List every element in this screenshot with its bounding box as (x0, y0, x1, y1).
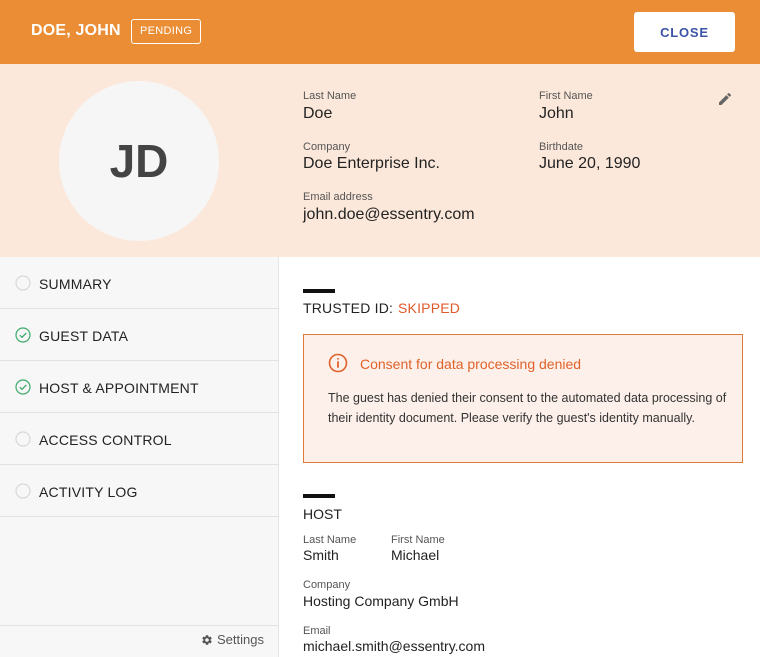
section-divider-bar (303, 494, 335, 498)
sidebar-item-access-control[interactable]: ACCESS CONTROL (0, 413, 279, 465)
sidebar-item-label: ACCESS CONTROL (39, 432, 172, 448)
host-company-label: Company (303, 579, 351, 591)
alert-title: Consent for data processing denied (360, 356, 582, 372)
sidebar-item-label: GUEST DATA (39, 328, 129, 344)
host-last-name-value: Smith (303, 547, 339, 563)
sidebar-item-label: HOST & APPOINTMENT (39, 380, 199, 396)
first-name-value: John (539, 105, 574, 122)
guest-profile-panel: JD Last Name Doe First Name John Company… (0, 64, 760, 257)
birthdate-value: June 20, 1990 (539, 155, 641, 172)
last-name-value: Doe (303, 105, 333, 122)
sidebar-item-activity-log[interactable]: ACTIVITY LOG (0, 465, 279, 517)
email-label: Email address (303, 191, 373, 203)
sidebar-item-guest-data[interactable]: GUEST DATA (0, 309, 279, 361)
settings-label: Settings (217, 632, 264, 647)
pencil-icon[interactable] (717, 91, 733, 107)
host-email-label: Email (303, 625, 331, 637)
host-first-name-label: First Name (391, 534, 445, 546)
host-last-name-label: Last Name (303, 534, 357, 546)
close-button[interactable]: CLOSE (634, 12, 735, 52)
first-name-label: First Name (539, 90, 593, 102)
sidebar-nav: SUMMARY GUEST DATA HOST & APPOINTMENT AC… (0, 257, 279, 657)
alert-message: The guest has denied their consent to th… (328, 391, 727, 425)
company-value: Doe Enterprise Inc. (303, 155, 440, 172)
section-divider-bar (303, 289, 335, 293)
trusted-id-label: TRUSTED ID: (303, 300, 394, 316)
guest-name-title: DOE, JOHN (31, 22, 121, 39)
sidebar-footer: Settings (0, 625, 279, 657)
check-circle-icon (15, 327, 31, 343)
sidebar-item-label: SUMMARY (39, 276, 112, 292)
empty-circle-icon (15, 275, 31, 291)
last-name-label: Last Name (303, 90, 357, 102)
sidebar-item-summary[interactable]: SUMMARY (0, 257, 279, 309)
sidebar-item-label: ACTIVITY LOG (39, 484, 138, 500)
host-first-name-value: Michael (391, 547, 440, 563)
birthdate-label: Birthdate (539, 141, 584, 153)
host-company-value: Hosting Company GmbH (303, 593, 459, 609)
gear-icon (202, 634, 212, 645)
sidebar-item-host-appointment[interactable]: HOST & APPOINTMENT (0, 361, 279, 413)
status-badge: PENDING (131, 19, 202, 44)
company-label: Company (303, 141, 351, 153)
trusted-id-status: SKIPPED (398, 300, 461, 316)
empty-circle-icon (15, 431, 31, 447)
avatar: JD (59, 81, 219, 241)
consent-denied-alert: Consent for data processing denied The g… (303, 334, 743, 463)
check-circle-icon (15, 379, 31, 395)
host-section-title: HOST (303, 506, 342, 522)
app-header: DOE, JOHN PENDING CLOSE (0, 0, 760, 64)
info-circle-icon (328, 353, 348, 373)
empty-circle-icon (15, 483, 31, 499)
settings-link[interactable]: Settings (201, 632, 264, 647)
host-email-value: michael.smith@essentry.com (303, 638, 485, 654)
email-value: john.doe@essentry.com (303, 206, 475, 223)
